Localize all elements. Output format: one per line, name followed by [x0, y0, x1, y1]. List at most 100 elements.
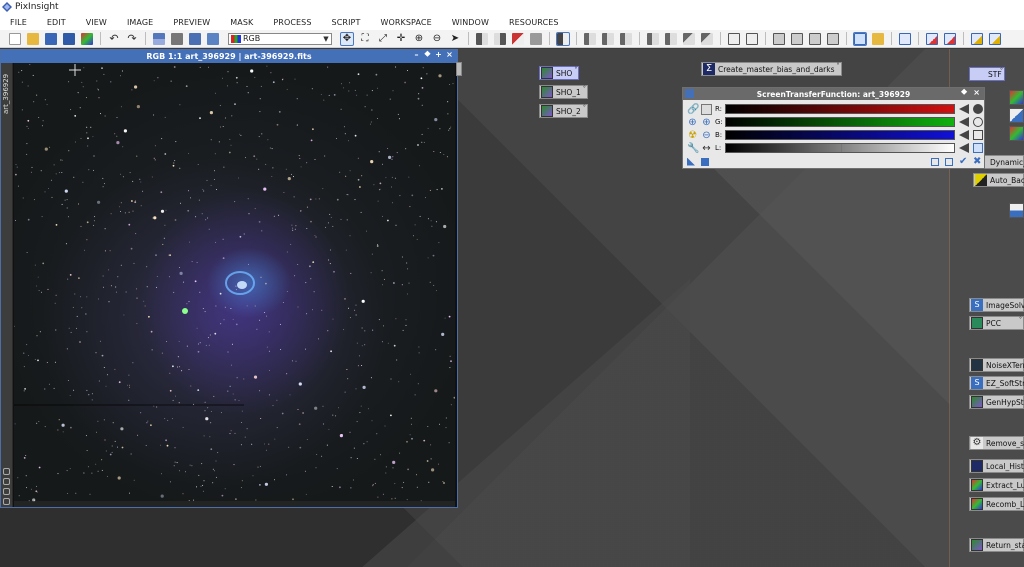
stf-titlebar[interactable]: ScreenTransferFunction: art_396929 ⯁ × [683, 88, 984, 100]
printer-icon[interactable] [171, 32, 183, 45]
channel-bar-b[interactable] [725, 130, 955, 140]
readout-icon[interactable] [647, 32, 659, 45]
process-icon-return-stars[interactable]: Return_stars [969, 538, 1024, 552]
channel-bar-r[interactable] [725, 104, 955, 114]
midtones-marker[interactable] [841, 144, 842, 152]
screen-share-icon[interactable] [899, 32, 911, 45]
copy-image-icon[interactable] [189, 32, 201, 45]
redo-icon[interactable]: ↷ [126, 33, 138, 45]
image-manager-icon[interactable] [81, 32, 93, 45]
gear-icon[interactable] [973, 104, 983, 114]
move-icon[interactable]: ✛ [395, 33, 407, 45]
process-icon-remove-stars[interactable]: ⚙ Remove_sta [969, 436, 1024, 450]
link-channels-icon[interactable]: 🔗 [687, 104, 699, 115]
preview-delete-icon[interactable] [620, 32, 632, 45]
process-icon-genhypstretch[interactable]: GenHypStre [969, 395, 1024, 409]
image-window-side-tab[interactable]: art_396929 [1, 63, 13, 507]
zoom-fit-icon[interactable]: ⤢ [377, 33, 389, 45]
menu-script[interactable]: SCRIPT [322, 18, 371, 27]
monitor-red-icon[interactable] [926, 32, 938, 45]
zoom-out-icon[interactable]: ⊖ [701, 130, 712, 141]
monitor-check-icon[interactable] [971, 32, 983, 45]
workspace-1-icon[interactable] [773, 32, 785, 45]
workspace-4-icon[interactable] [827, 32, 839, 45]
image-window-scroll-handle[interactable] [456, 62, 462, 76]
stf-window[interactable]: ScreenTransferFunction: art_396929 ⯁ × 🔗… [682, 87, 985, 169]
process-icon-partial[interactable] [1009, 203, 1024, 218]
process-icon-sho-1[interactable]: SHO_1 ° [539, 85, 588, 99]
mask-show-icon[interactable] [476, 32, 488, 45]
monitor-red2-icon[interactable] [944, 32, 956, 45]
mask-remove-icon[interactable] [530, 32, 542, 45]
cascade-windows-icon[interactable] [746, 32, 758, 45]
shade-icon[interactable]: ⯁ [422, 50, 433, 60]
target-icon[interactable] [3, 498, 10, 505]
zoom-in-icon[interactable]: ⊕ [687, 117, 698, 128]
menu-edit[interactable]: EDIT [37, 18, 76, 27]
process-icon-partial[interactable] [1009, 126, 1024, 141]
process-icon-stf[interactable]: STF ° [969, 67, 1005, 81]
process-icon-sho[interactable]: SHO ° [539, 66, 580, 80]
reset-icon[interactable] [959, 130, 969, 140]
reset-icon[interactable] [959, 143, 969, 153]
menu-mask[interactable]: MASK [220, 18, 263, 27]
wrench-icon[interactable]: 🔧 [687, 143, 699, 154]
crosshair-icon[interactable] [973, 117, 983, 127]
process-icon-sho-2[interactable]: SHO_2 ° [539, 104, 588, 118]
reset-icon[interactable] [959, 117, 969, 127]
stf-auto-icon[interactable] [556, 31, 570, 46]
image-properties-icon[interactable] [207, 32, 219, 45]
monitor-star-icon[interactable] [989, 32, 1001, 45]
mask-enable-icon[interactable] [512, 32, 524, 45]
workspace-3-icon[interactable] [809, 32, 821, 45]
menu-process[interactable]: PROCESS [263, 18, 321, 27]
process-icon-partial[interactable] [1009, 90, 1024, 105]
image-canvas[interactable] [14, 63, 455, 507]
view-select-dropdown[interactable]: RGB ▼ [228, 32, 332, 45]
preview-edit-icon[interactable] [602, 32, 614, 45]
close-icon[interactable]: × [973, 88, 980, 98]
reset-all-icon[interactable] [945, 157, 953, 166]
new-instance-icon[interactable] [687, 157, 695, 166]
new-file-icon[interactable] [9, 32, 21, 45]
pan-icon[interactable]: ✥ [340, 31, 354, 46]
reset-icon[interactable] [959, 104, 969, 114]
image-window[interactable]: RGB 1:1 art_396929 | art-396929.fits – ⯁… [0, 49, 458, 508]
process-icon-auto-background[interactable]: Auto_Back [973, 173, 1024, 187]
channel-bar-l[interactable] [725, 143, 955, 153]
menu-workspace[interactable]: WORKSPACE [370, 18, 441, 27]
process-icon-local-histogram[interactable]: Local_Histo_ [969, 459, 1024, 473]
process-icon-pcc[interactable]: PCC ° [969, 316, 1024, 330]
zoom-icon[interactable]: ⊕ [701, 117, 712, 128]
zoom-in-icon[interactable]: ⊕ [413, 33, 425, 45]
save-as-icon[interactable] [63, 32, 75, 45]
curves-icon[interactable] [683, 32, 695, 45]
shade-icon[interactable]: ⯁ [961, 88, 967, 98]
menu-window[interactable]: WINDOW [442, 18, 499, 27]
process-icon-create-master-bias[interactable]: Σ Create_master_bias_and_darks ° [701, 62, 842, 76]
menu-file[interactable]: FILE [0, 18, 37, 27]
move-icon[interactable] [973, 130, 983, 140]
menu-image[interactable]: IMAGE [117, 18, 163, 27]
mask-invert-icon[interactable] [494, 32, 506, 45]
histogram-icon[interactable] [665, 32, 677, 45]
save-icon[interactable] [45, 32, 57, 45]
process-icon-image-solver[interactable]: S ImageSolve [969, 298, 1024, 312]
radiation-icon[interactable]: ☢ [687, 130, 698, 141]
browse-docs-icon[interactable] [931, 157, 939, 166]
process-icon-partial[interactable] [1009, 108, 1024, 123]
horizontal-arrows-icon[interactable]: ↔ [701, 143, 712, 154]
menu-preview[interactable]: PREVIEW [163, 18, 220, 27]
process-icon-recombine-luminance[interactable]: Recomb_Lur [969, 497, 1024, 511]
pointer-icon[interactable] [701, 103, 712, 115]
preview-new-icon[interactable] [584, 32, 596, 45]
process-icon-noisexterminator[interactable]: NoiseXTermi [969, 358, 1024, 372]
cancel-x-icon[interactable]: ✖ [973, 156, 983, 166]
process-icon-ez-softstretch[interactable]: S EZ_SoftStre [969, 376, 1024, 390]
swap-icon[interactable] [153, 32, 165, 45]
monitor-icon[interactable] [853, 31, 867, 46]
statistics-icon[interactable] [701, 32, 713, 45]
tile-windows-icon[interactable] [728, 32, 740, 45]
close-icon[interactable]: × [444, 50, 455, 60]
undo-icon[interactable]: ↶ [108, 33, 120, 45]
